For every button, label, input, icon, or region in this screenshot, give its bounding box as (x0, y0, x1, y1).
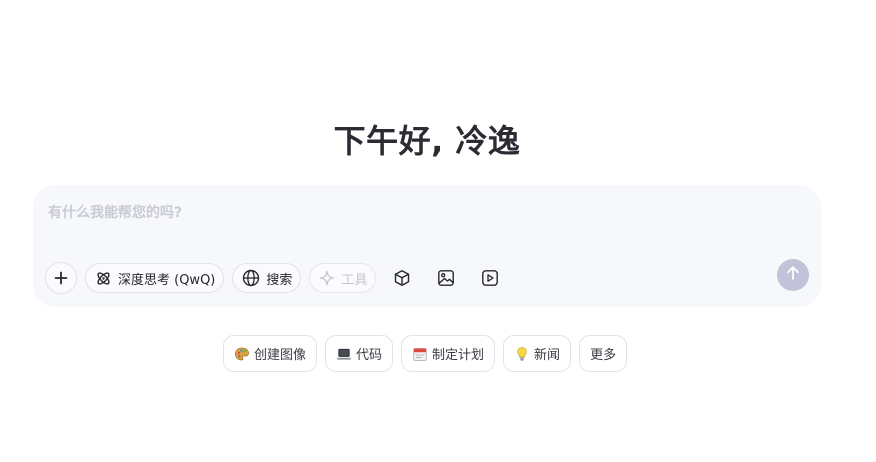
sparkle-icon (319, 270, 335, 286)
deep-think-label: 深度思考 (QwQ) (118, 272, 216, 288)
prompt-input[interactable] (48, 199, 748, 227)
add-attachment-button[interactable] (45, 262, 77, 294)
chip-make-plan[interactable]: 制定计划 (401, 335, 496, 372)
tools-label: 工具 (341, 272, 368, 288)
chip-create-image[interactable]: 创建图像 (223, 335, 318, 372)
chat-composer: 深度思考 (QwQ) 搜索 工具 (33, 185, 821, 307)
atom-icon (95, 270, 112, 287)
suggestion-chips: 创建图像 代码 制定计划 新闻 更多 (223, 335, 628, 372)
page: 下午好, 冷逸 深度思考 (QwQ) (0, 0, 876, 462)
deep-think-button[interactable]: 深度思考 (QwQ) (85, 263, 225, 293)
chip-make-plan-label: 制定计划 (432, 348, 485, 363)
chip-more[interactable]: 更多 (579, 335, 628, 372)
video-icon (481, 269, 499, 287)
model-button[interactable] (384, 262, 420, 294)
search-label: 搜索 (266, 272, 293, 288)
palette-icon (234, 346, 250, 362)
chip-news-label: 新闻 (534, 348, 561, 363)
arrow-up-icon (785, 265, 801, 285)
chip-code[interactable]: 代码 (325, 335, 394, 372)
composer-toolbar: 深度思考 (QwQ) 搜索 工具 (45, 262, 508, 294)
globe-icon (242, 269, 260, 287)
tools-button[interactable]: 工具 (309, 263, 377, 293)
search-button[interactable]: 搜索 (232, 263, 302, 293)
video-button[interactable] (472, 262, 508, 294)
lightbulb-icon (514, 346, 530, 362)
image-icon (437, 269, 455, 287)
send-button[interactable] (777, 259, 809, 291)
chip-more-label: 更多 (590, 348, 617, 363)
image-button[interactable] (428, 262, 464, 294)
laptop-icon (336, 346, 352, 362)
cube-icon (393, 269, 411, 287)
chip-news[interactable]: 新闻 (503, 335, 572, 372)
calendar-icon (412, 346, 428, 362)
chip-code-label: 代码 (356, 348, 383, 363)
plus-icon (54, 271, 68, 285)
greeting-title: 下午好, 冷逸 (333, 122, 521, 160)
chip-create-image-label: 创建图像 (254, 348, 307, 363)
